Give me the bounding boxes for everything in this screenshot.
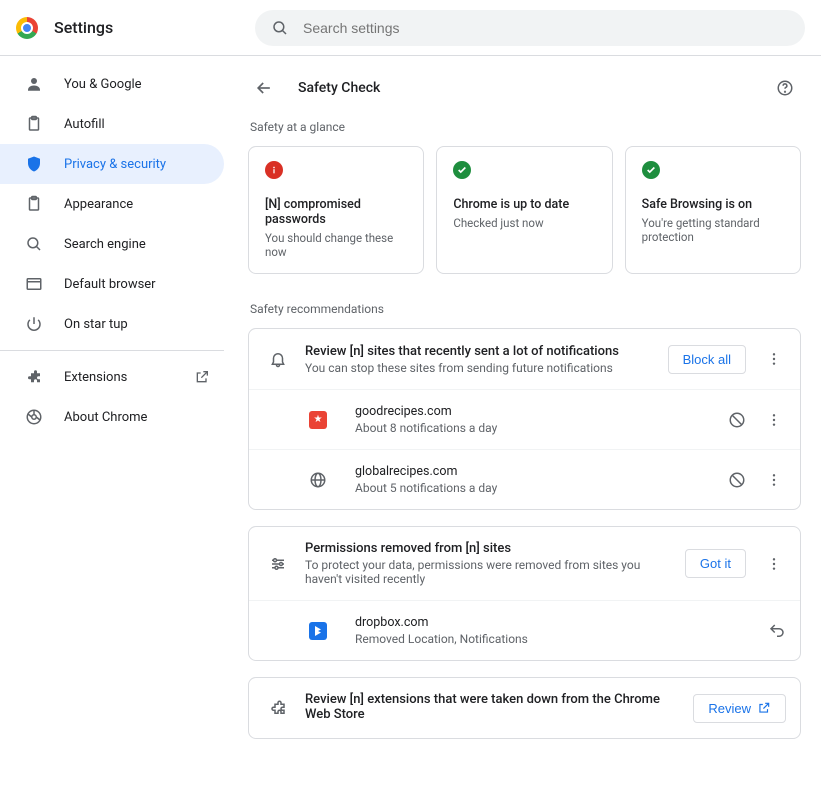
sidebar-item-you-and-google[interactable]: You & Google: [0, 64, 224, 104]
clipboard-icon: [24, 194, 44, 214]
open-in-new-icon: [757, 701, 771, 715]
permissions-card: Permissions removed from [n] sites To pr…: [248, 526, 801, 661]
site-subtitle: About 5 notifications a day: [355, 481, 712, 495]
sidebar-item-privacy-security[interactable]: Privacy & security: [0, 144, 224, 184]
row-title: Permissions removed from [n] sites: [305, 541, 669, 556]
check-icon: [453, 161, 471, 179]
undo-button[interactable]: [768, 622, 786, 640]
sidebar-item-on-startup[interactable]: On star tup: [0, 304, 224, 344]
more-menu-button[interactable]: [762, 347, 786, 371]
help-button[interactable]: [769, 72, 801, 104]
open-in-new-icon: [194, 369, 210, 385]
sidebar-item-label: About Chrome: [64, 410, 147, 425]
glance-label: Safety at a glance: [250, 120, 801, 134]
row-title: Review [n] sites that recently sent a lo…: [305, 344, 652, 359]
card-subtitle: Checked just now: [453, 216, 595, 230]
globe-icon: [309, 471, 327, 489]
sidebar-item-autofill[interactable]: Autofill: [0, 104, 224, 144]
back-button[interactable]: [248, 72, 280, 104]
block-site-button[interactable]: [728, 411, 746, 429]
power-icon: [24, 314, 44, 334]
row-subtitle: You can stop these sites from sending fu…: [305, 361, 652, 375]
extension-icon: [24, 367, 44, 387]
sidebar-item-label: Search engine: [64, 237, 146, 252]
site-favicon-icon: ★: [309, 411, 327, 429]
glance-cards: [N] compromised passwords You should cha…: [248, 146, 801, 274]
search-input[interactable]: [301, 19, 789, 37]
sidebar-item-label: You & Google: [64, 77, 142, 92]
more-menu-button[interactable]: [762, 552, 786, 576]
main-content: Safety Check Safety at a glance [N] comp…: [232, 56, 821, 785]
recommendations-label: Safety recommendations: [250, 302, 801, 316]
glance-card-update[interactable]: Chrome is up to date Checked just now: [436, 146, 612, 274]
search-icon: [271, 19, 289, 37]
glance-card-safe-browsing[interactable]: Safe Browsing is on You're getting stand…: [625, 146, 801, 274]
card-subtitle: You should change these now: [265, 231, 407, 259]
site-favicon-icon: [309, 622, 327, 640]
site-subtitle: Removed Location, Notifications: [355, 632, 752, 646]
extensions-row: Review [n] extensions that were taken do…: [249, 678, 800, 738]
chrome-icon: [24, 407, 44, 427]
row-subtitle: To protect your data, permissions were r…: [305, 558, 669, 586]
shield-icon: [24, 154, 44, 174]
site-row: dropbox.com Removed Location, Notificati…: [249, 600, 800, 660]
search-icon: [24, 234, 44, 254]
extensions-card: Review [n] extensions that were taken do…: [248, 677, 801, 739]
bell-icon: [267, 350, 289, 368]
sidebar-item-search-engine[interactable]: Search engine: [0, 224, 224, 264]
sidebar-item-appearance[interactable]: Appearance: [0, 184, 224, 224]
sidebar-item-extensions[interactable]: Extensions: [0, 357, 224, 397]
sidebar-item-label: Appearance: [64, 197, 133, 212]
tune-icon: [267, 555, 289, 573]
got-it-button[interactable]: Got it: [685, 549, 746, 578]
permissions-header-row: Permissions removed from [n] sites To pr…: [249, 527, 800, 600]
sidebar-item-label: Extensions: [64, 370, 127, 385]
sidebar-item-label: Privacy & security: [64, 157, 166, 172]
more-menu-button[interactable]: [762, 408, 786, 432]
more-menu-button[interactable]: [762, 468, 786, 492]
row-title: Review [n] extensions that were taken do…: [305, 692, 677, 722]
site-row: globalrecipes.com About 5 notifications …: [249, 449, 800, 509]
extension-icon: [267, 699, 289, 717]
site-row: ★ goodrecipes.com About 8 notifications …: [249, 389, 800, 449]
review-button[interactable]: Review: [693, 694, 786, 723]
button-label: Review: [708, 701, 751, 716]
notifications-card: Review [n] sites that recently sent a lo…: [248, 328, 801, 510]
person-icon: [24, 74, 44, 94]
check-icon: [642, 161, 660, 179]
glance-card-passwords[interactable]: [N] compromised passwords You should cha…: [248, 146, 424, 274]
page-title: Safety Check: [298, 80, 380, 96]
card-title: Chrome is up to date: [453, 197, 595, 212]
site-name: goodrecipes.com: [355, 404, 712, 419]
block-all-button[interactable]: Block all: [668, 345, 746, 374]
chrome-logo-icon: [16, 17, 38, 39]
block-site-button[interactable]: [728, 471, 746, 489]
clipboard-icon: [24, 114, 44, 134]
site-subtitle: About 8 notifications a day: [355, 421, 712, 435]
sidebar-item-about-chrome[interactable]: About Chrome: [0, 397, 224, 437]
card-title: Safe Browsing is on: [642, 197, 784, 212]
page-header: Safety Check: [248, 68, 801, 120]
app-title: Settings: [54, 18, 113, 37]
notifications-header-row: Review [n] sites that recently sent a lo…: [249, 329, 800, 389]
sidebar: You & Google Autofill Privacy & security…: [0, 56, 232, 785]
site-name: dropbox.com: [355, 615, 752, 630]
card-subtitle: You're getting standard protection: [642, 216, 784, 244]
card-title: [N] compromised passwords: [265, 197, 407, 227]
site-name: globalrecipes.com: [355, 464, 712, 479]
browser-icon: [24, 274, 44, 294]
search-bar[interactable]: [255, 10, 805, 46]
sidebar-item-label: Autofill: [64, 117, 105, 132]
info-icon: [265, 161, 283, 179]
app-header: Settings: [0, 0, 821, 56]
sidebar-item-label: On star tup: [64, 317, 128, 332]
sidebar-item-default-browser[interactable]: Default browser: [0, 264, 224, 304]
sidebar-item-label: Default browser: [64, 277, 156, 292]
